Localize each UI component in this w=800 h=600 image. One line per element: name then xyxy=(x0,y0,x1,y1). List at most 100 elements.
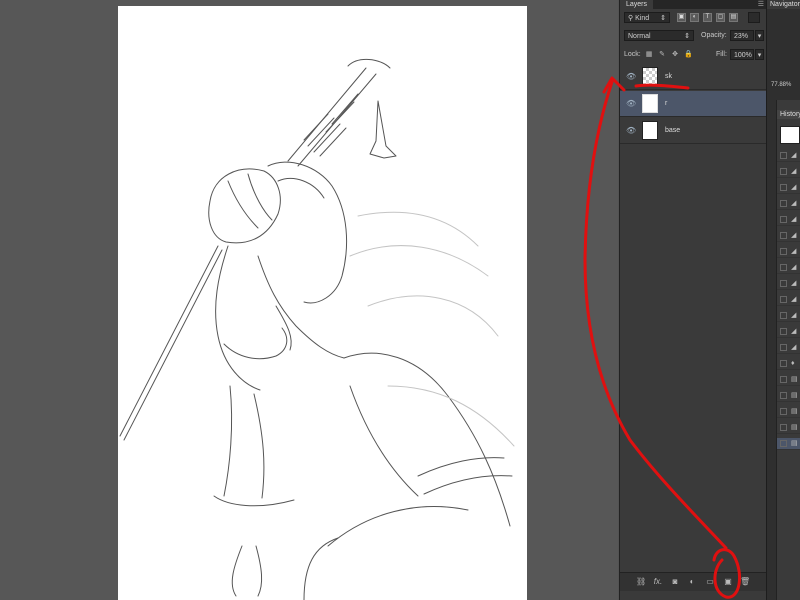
brush-icon: ◢ xyxy=(791,264,797,271)
history-row[interactable]: ◢ xyxy=(777,310,800,322)
blend-mode-value: Normal xyxy=(628,33,651,40)
history-row[interactable]: ◢ xyxy=(777,326,800,338)
layer-thumbnail xyxy=(642,67,658,86)
history-row[interactable]: ◢ xyxy=(777,246,800,258)
layer-row-sk[interactable]: 👁 sk xyxy=(620,64,767,90)
history-row[interactable]: ◢ xyxy=(777,230,800,242)
tab-layers[interactable]: Layers xyxy=(620,0,654,9)
fill-label: Fill: xyxy=(716,51,727,58)
layer-list: 👁 sk 👁 r 👁 base xyxy=(620,64,767,146)
history-checkbox[interactable] xyxy=(780,440,787,447)
layers-bottom-toolbar: ⛓ fx. ◙ ◐ ▭ ▣ 🗑 xyxy=(620,572,767,591)
fill-dropdown-icon[interactable]: ▾ xyxy=(755,49,764,60)
history-row[interactable]: ◢ xyxy=(777,294,800,306)
history-checkbox[interactable] xyxy=(780,424,787,431)
history-checkbox[interactable] xyxy=(780,232,787,239)
line-art-sketch xyxy=(119,59,515,600)
history-checkbox[interactable] xyxy=(780,408,787,415)
history-row[interactable]: ▤ xyxy=(777,390,800,402)
brush-icon: ◢ xyxy=(791,232,797,239)
history-panel: History ◢ ◢ ◢ ◢ ◢ ◢ ◢ ◢ ◢ ◢ ◢ ◢ ◢ ♦ ▤ ▤ … xyxy=(776,100,800,600)
drawing-canvas[interactable] xyxy=(118,6,527,600)
panel-menu-icon[interactable]: ☰ xyxy=(758,0,764,9)
history-row[interactable]: ◢ xyxy=(777,278,800,290)
visibility-eye-icon[interactable]: 👁 xyxy=(626,126,636,136)
opacity-dropdown-icon[interactable]: ▾ xyxy=(755,30,764,41)
brush-icon: ◢ xyxy=(791,296,797,303)
shape-filter-icon[interactable]: ▢ xyxy=(716,13,725,22)
lock-label: Lock: xyxy=(624,51,641,58)
new-layer-icon[interactable]: ▣ xyxy=(723,577,733,587)
layers-tab-bar: Layers ☰ xyxy=(620,0,767,9)
zoom-level[interactable]: 77.88% xyxy=(771,82,791,88)
trash-icon[interactable]: 🗑 xyxy=(740,577,750,587)
layer-thumbnail xyxy=(642,94,658,113)
lock-all-icon[interactable]: 🔒 xyxy=(684,51,693,59)
brush-icon: ◢ xyxy=(791,184,797,191)
history-row[interactable]: ▤ xyxy=(777,406,800,418)
layer-icon: ▤ xyxy=(791,408,798,415)
history-checkbox[interactable] xyxy=(780,392,787,399)
folder-icon[interactable]: ▭ xyxy=(705,577,715,587)
link-icon[interactable]: ⛓ xyxy=(636,577,646,587)
smart-object-filter-icon[interactable]: ▤ xyxy=(729,13,738,22)
history-checkbox[interactable] xyxy=(780,168,787,175)
lock-position-icon[interactable]: ✥ xyxy=(671,51,679,59)
history-row[interactable]: ◢ xyxy=(777,214,800,226)
lock-pixels-icon[interactable]: ✎ xyxy=(658,51,666,59)
adjustment-filter-icon[interactable]: ◐ xyxy=(690,13,699,22)
adjustment-icon[interactable]: ◐ xyxy=(687,577,697,587)
brush-icon: ◢ xyxy=(791,216,797,223)
layer-filter-select[interactable]: ⚲ Kind ⇕ xyxy=(624,12,670,23)
mask-icon[interactable]: ◙ xyxy=(670,577,680,587)
history-row[interactable]: ▤ xyxy=(777,374,800,386)
history-row[interactable]: ◢ xyxy=(777,166,800,178)
history-snapshot-thumbnail[interactable] xyxy=(780,126,800,144)
chevron-updown-icon: ⇕ xyxy=(660,15,666,22)
history-row[interactable]: ◢ xyxy=(777,198,800,210)
layer-icon: ▤ xyxy=(791,424,798,431)
filter-toggle[interactable] xyxy=(748,12,760,23)
layer-row-base[interactable]: 👁 base xyxy=(620,118,767,144)
history-checkbox[interactable] xyxy=(780,328,787,335)
history-row[interactable]: ♦ xyxy=(777,358,800,370)
opacity-label: Opacity: xyxy=(701,32,727,39)
history-checkbox[interactable] xyxy=(780,184,787,191)
tab-history[interactable]: History xyxy=(777,110,800,119)
tab-navigator[interactable]: Navigator xyxy=(767,0,800,9)
history-row[interactable]: ◢ xyxy=(777,342,800,354)
brush-icon: ◢ xyxy=(791,200,797,207)
fill-input[interactable]: 100% xyxy=(730,49,754,60)
blend-mode-select[interactable]: Normal ⇕ xyxy=(624,30,694,41)
type-filter-icon[interactable]: T xyxy=(703,13,712,22)
lock-transparency-icon[interactable]: ▦ xyxy=(645,51,653,59)
history-checkbox[interactable] xyxy=(780,264,787,271)
layers-panel: Layers ☰ ⚲ Kind ⇕ ▣ ◐ T ▢ ▤ Normal ⇕ Opa… xyxy=(619,0,767,600)
history-checkbox[interactable] xyxy=(780,200,787,207)
history-checkbox[interactable] xyxy=(780,248,787,255)
history-checkbox[interactable] xyxy=(780,296,787,303)
history-checkbox[interactable] xyxy=(780,312,787,319)
history-checkbox[interactable] xyxy=(780,152,787,159)
history-checkbox[interactable] xyxy=(780,280,787,287)
visibility-eye-icon[interactable]: 👁 xyxy=(626,99,636,109)
layer-icon: ▤ xyxy=(791,392,798,399)
layer-icon: ▤ xyxy=(791,440,798,447)
history-checkbox[interactable] xyxy=(780,376,787,383)
layer-name: r xyxy=(665,100,668,107)
history-row[interactable]: ◢ xyxy=(777,262,800,274)
history-row[interactable]: ◢ xyxy=(777,182,800,194)
layer-icon: ▤ xyxy=(791,376,798,383)
history-row[interactable]: ▤ xyxy=(777,422,800,434)
history-checkbox[interactable] xyxy=(780,360,787,367)
opacity-input[interactable]: 23% xyxy=(730,30,754,41)
layer-row-r[interactable]: 👁 r xyxy=(620,91,767,117)
fx-icon[interactable]: fx. xyxy=(653,577,663,587)
visibility-eye-icon[interactable]: 👁 xyxy=(626,72,636,82)
layer-name: base xyxy=(665,127,681,134)
history-checkbox[interactable] xyxy=(780,216,787,223)
history-checkbox[interactable] xyxy=(780,344,787,351)
pixel-filter-icon[interactable]: ▣ xyxy=(677,13,686,22)
history-row[interactable]: ◢ xyxy=(777,150,800,162)
history-row-current[interactable]: ▤ xyxy=(777,438,800,450)
